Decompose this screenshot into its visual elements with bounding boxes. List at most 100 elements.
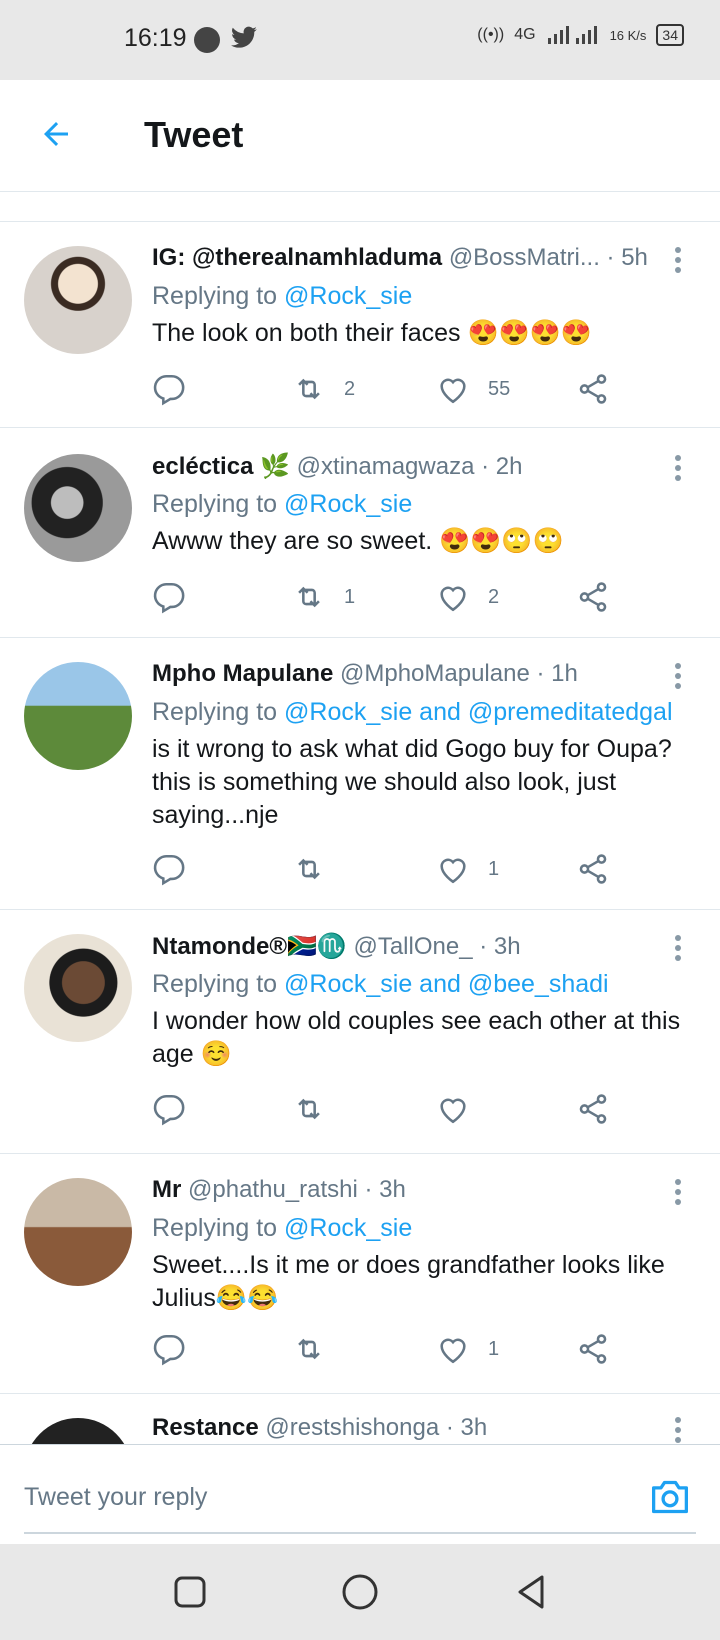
replying-to: Replying to @Rock_sie bbox=[152, 490, 700, 519]
tweet-text: Sweet....Is it me or does grandfather lo… bbox=[152, 1251, 665, 1312]
heart-icon bbox=[440, 858, 466, 884]
reply-tweet[interactable]: Ntamonde®🇿🇦♏ @TallOne_ · 3h Replying to … bbox=[0, 910, 720, 1154]
reply-composer: Tweet your reply bbox=[0, 1444, 720, 1544]
replying-to: Replying to @Rock_sie bbox=[152, 282, 700, 311]
author-handle: @xtinamagwaza bbox=[296, 453, 475, 480]
more-options-icon[interactable] bbox=[666, 452, 690, 484]
avatar[interactable] bbox=[24, 934, 132, 1042]
avatar[interactable] bbox=[24, 454, 132, 562]
tweet-actions: 2 55 bbox=[152, 372, 632, 412]
retweet-button[interactable]: 2 bbox=[292, 372, 355, 406]
mention-link[interactable]: @Rock_sie and @bee_shadi bbox=[284, 970, 609, 998]
like-button[interactable] bbox=[436, 1092, 488, 1126]
mention-link[interactable]: @Rock_sie bbox=[284, 490, 412, 518]
share-button[interactable] bbox=[576, 372, 610, 406]
author-name[interactable]: IG: @therealnamhladuma bbox=[152, 244, 442, 271]
reply-tweet[interactable]: Mr @phathu_ratshi · 3h Replying to @Rock… bbox=[0, 1154, 720, 1394]
heart-icon bbox=[440, 378, 466, 404]
reply-button[interactable] bbox=[152, 580, 186, 614]
tweet-text: Awww they are so sweet. 😍😍🙄🙄 bbox=[152, 527, 564, 555]
more-options-icon[interactable] bbox=[666, 660, 690, 692]
tweet-actions bbox=[152, 1092, 632, 1132]
like-count: 1 bbox=[488, 1337, 500, 1360]
share-icon bbox=[579, 1334, 607, 1364]
mention-link[interactable]: @Rock_sie and @premeditatedgal bbox=[284, 698, 672, 726]
reply-button[interactable] bbox=[152, 1332, 186, 1366]
reply-icon bbox=[153, 1094, 185, 1126]
hotspot-icon: ((•)) bbox=[477, 26, 505, 43]
retweet-icon bbox=[298, 586, 320, 608]
replying-to-label: Replying to bbox=[152, 490, 285, 518]
retweet-count: 1 bbox=[344, 585, 356, 608]
like-button[interactable]: 55 bbox=[436, 372, 510, 406]
reply-tweet[interactable]: Restance @restshishonga · 3h bbox=[0, 1394, 720, 1444]
retweet-count: 2 bbox=[344, 377, 356, 400]
like-count: 2 bbox=[488, 585, 500, 608]
signal-icon bbox=[547, 26, 597, 44]
share-icon bbox=[579, 1094, 607, 1124]
home-icon[interactable] bbox=[340, 1572, 380, 1612]
heart-icon bbox=[440, 1338, 466, 1364]
author-name[interactable]: Ntamonde®🇿🇦♏ bbox=[152, 933, 347, 960]
retweet-icon bbox=[298, 378, 320, 400]
reply-input[interactable]: Tweet your reply bbox=[24, 1483, 207, 1512]
previous-tweet-actions bbox=[0, 192, 720, 222]
retweet-button[interactable] bbox=[292, 1332, 344, 1366]
replying-to-label: Replying to bbox=[152, 1214, 285, 1242]
reply-button[interactable] bbox=[152, 1092, 186, 1126]
status-icons: ((•)) 4G 16 K/s 34 bbox=[477, 24, 684, 46]
mention-link[interactable]: @Rock_sie bbox=[284, 1214, 412, 1242]
more-options-icon[interactable] bbox=[666, 244, 690, 276]
retweet-button[interactable] bbox=[292, 1092, 344, 1126]
author-name[interactable]: Mpho Mapulane bbox=[152, 660, 333, 687]
retweet-button[interactable]: 1 bbox=[292, 580, 355, 614]
share-icon bbox=[579, 374, 607, 404]
tweet-text: is it wrong to ask what did Gogo buy for… bbox=[152, 735, 672, 829]
reply-button[interactable] bbox=[152, 852, 186, 886]
recent-apps-icon[interactable] bbox=[172, 1574, 208, 1610]
avatar[interactable] bbox=[24, 1178, 132, 1286]
avatar[interactable] bbox=[24, 1418, 132, 1444]
author-name[interactable]: Mr bbox=[152, 1176, 181, 1203]
replying-to: Replying to @Rock_sie bbox=[152, 1214, 700, 1243]
reply-button[interactable] bbox=[152, 372, 186, 406]
replying-to: Replying to @Rock_sie and @bee_shadi bbox=[152, 970, 700, 999]
share-icon bbox=[579, 582, 607, 612]
status-time: 16:19 bbox=[124, 24, 187, 52]
more-options-icon[interactable] bbox=[666, 1414, 690, 1444]
share-button[interactable] bbox=[576, 1092, 610, 1126]
network-type: 4G bbox=[514, 26, 536, 43]
more-options-icon[interactable] bbox=[666, 932, 690, 964]
author-name[interactable]: Restance bbox=[152, 1414, 259, 1441]
avatar[interactable] bbox=[24, 662, 132, 770]
like-button[interactable]: 1 bbox=[436, 852, 499, 886]
twitter-bird-icon bbox=[231, 26, 257, 48]
tweet-actions: 1 bbox=[152, 1332, 632, 1372]
share-button[interactable] bbox=[576, 852, 610, 886]
reply-tweet[interactable]: Mpho Mapulane @MphoMapulane · 1h Replyin… bbox=[0, 638, 720, 910]
page-title: Tweet bbox=[144, 114, 244, 155]
mention-link[interactable]: @Rock_sie bbox=[284, 282, 412, 310]
avatar[interactable] bbox=[24, 246, 132, 354]
back-arrow-icon[interactable] bbox=[38, 116, 74, 152]
heart-icon bbox=[440, 1098, 466, 1124]
more-options-icon[interactable] bbox=[666, 1176, 690, 1208]
retweet-button[interactable] bbox=[292, 852, 344, 886]
share-button[interactable] bbox=[576, 580, 610, 614]
tweet-time: · 5h bbox=[606, 244, 648, 271]
reply-icon bbox=[153, 582, 185, 614]
like-button[interactable]: 1 bbox=[436, 1332, 499, 1366]
tweet-text: I wonder how old couples see each other … bbox=[152, 1007, 681, 1068]
camera-icon[interactable] bbox=[648, 1477, 692, 1517]
replying-to-label: Replying to bbox=[152, 282, 285, 310]
top-app-bar: Tweet bbox=[0, 80, 720, 192]
back-nav-icon[interactable] bbox=[512, 1572, 552, 1612]
share-icon bbox=[579, 854, 607, 884]
reply-icon bbox=[153, 854, 185, 886]
author-name[interactable]: ecléctica 🌿 bbox=[152, 453, 290, 480]
like-button[interactable]: 2 bbox=[436, 580, 499, 614]
share-button[interactable] bbox=[576, 1332, 610, 1366]
tweet-actions: 1 2 bbox=[152, 580, 632, 620]
reply-tweet[interactable]: IG: @therealnamhladuma @BossMatri... · 5… bbox=[0, 222, 720, 428]
reply-tweet[interactable]: ecléctica 🌿 @xtinamagwaza · 2h Replying … bbox=[0, 428, 720, 638]
